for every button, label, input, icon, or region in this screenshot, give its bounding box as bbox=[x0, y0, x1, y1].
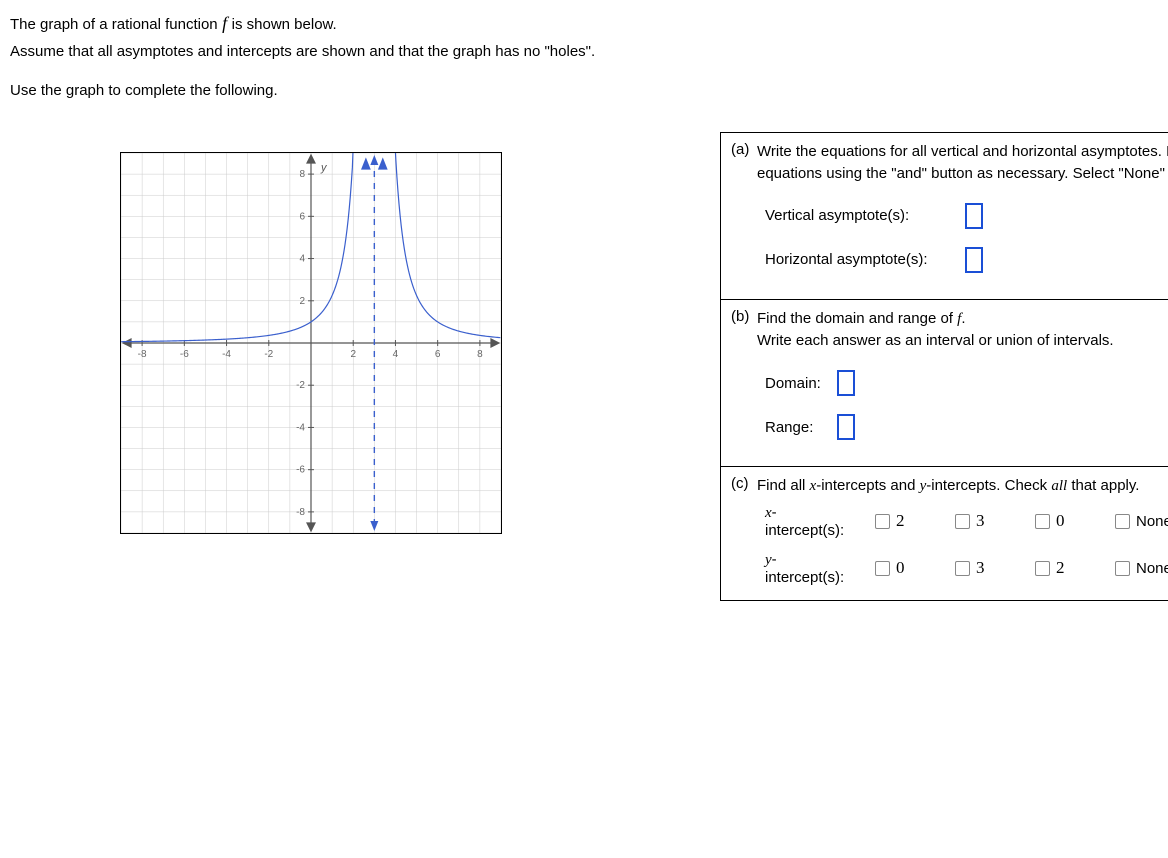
range-label: Range: bbox=[765, 419, 837, 436]
xint-option-0[interactable]: 2 bbox=[875, 511, 955, 531]
part-c-text: Find all x-intercepts and y-intercepts. … bbox=[757, 475, 1168, 498]
prompt-fn-f: f bbox=[218, 13, 232, 33]
checkbox-icon[interactable] bbox=[955, 514, 970, 529]
part-a-text: Write the equations for all vertical and… bbox=[757, 141, 1168, 185]
vert-asymptote-label: Vertical asymptote(s): bbox=[765, 207, 965, 224]
graph-column: -8 -6 -4 -2 2 4 6 8 -8 -6 -4 -2 2 4 6 8 y bbox=[10, 132, 700, 601]
checkbox-icon[interactable] bbox=[875, 514, 890, 529]
svg-text:2: 2 bbox=[299, 296, 305, 307]
part-a-letter: (a) bbox=[731, 141, 757, 158]
answer-box: (a) Write the equations for all vertical… bbox=[720, 132, 1168, 601]
svg-text:-8: -8 bbox=[138, 349, 147, 360]
domain-label: Domain: bbox=[765, 375, 837, 392]
range-input[interactable] bbox=[837, 414, 855, 440]
checkbox-icon[interactable] bbox=[1035, 514, 1050, 529]
checkbox-icon[interactable] bbox=[1115, 561, 1130, 576]
part-a: (a) Write the equations for all vertical… bbox=[721, 133, 1168, 300]
part-c-letter: (c) bbox=[731, 475, 757, 492]
svg-text:-8: -8 bbox=[296, 507, 305, 518]
svg-text:4: 4 bbox=[393, 349, 399, 360]
svg-text:-4: -4 bbox=[296, 422, 305, 433]
part-c: (c) Find all x-intercepts and y-intercep… bbox=[721, 467, 1168, 600]
svg-text:-2: -2 bbox=[264, 349, 273, 360]
prompt-line2: Assume that all asymptotes and intercept… bbox=[10, 41, 1158, 64]
xint-option-3[interactable]: None bbox=[1115, 513, 1168, 530]
svg-text:4: 4 bbox=[299, 254, 305, 265]
yint-option-2[interactable]: 2 bbox=[1035, 558, 1115, 578]
domain-input[interactable] bbox=[837, 370, 855, 396]
svg-text:-6: -6 bbox=[296, 465, 305, 476]
svg-text:-2: -2 bbox=[296, 380, 305, 391]
yint-option-1[interactable]: 3 bbox=[955, 558, 1035, 578]
part-b: (b) Find the domain and range of f. Writ… bbox=[721, 300, 1168, 468]
svg-text:6: 6 bbox=[435, 349, 441, 360]
svg-text:6: 6 bbox=[299, 211, 305, 222]
part-b-letter: (b) bbox=[731, 308, 757, 325]
xint-option-1[interactable]: 3 bbox=[955, 511, 1035, 531]
prompt-line1-pre: The graph of a rational function bbox=[10, 16, 218, 33]
prompt-line3: Use the graph to complete the following. bbox=[10, 80, 1158, 103]
svg-text:8: 8 bbox=[299, 169, 305, 180]
horiz-asymptote-label: Horizontal asymptote(s): bbox=[765, 251, 965, 268]
prompt-line1-post: is shown below. bbox=[232, 16, 337, 33]
checkbox-icon[interactable] bbox=[1035, 561, 1050, 576]
function-graph: -8 -6 -4 -2 2 4 6 8 -8 -6 -4 -2 2 4 6 8 y bbox=[121, 153, 501, 533]
vert-asymptote-input[interactable] bbox=[965, 203, 983, 229]
y-intercept-label: y- intercept(s): bbox=[765, 551, 875, 586]
checkbox-icon[interactable] bbox=[875, 561, 890, 576]
xint-option-2[interactable]: 0 bbox=[1035, 511, 1115, 531]
checkbox-icon[interactable] bbox=[1115, 514, 1130, 529]
svg-text:-4: -4 bbox=[222, 349, 231, 360]
x-intercept-row: x- intercept(s): 2 3 0 None bbox=[731, 498, 1168, 545]
svg-text:-6: -6 bbox=[180, 349, 189, 360]
graph-frame: -8 -6 -4 -2 2 4 6 8 -8 -6 -4 -2 2 4 6 8 y bbox=[120, 152, 502, 534]
prompt-text: The graph of a rational function f is sh… bbox=[10, 10, 1158, 102]
part-b-text: Find the domain and range of f. Write ea… bbox=[757, 308, 1168, 353]
yint-option-3[interactable]: None bbox=[1115, 560, 1168, 577]
svg-text:y: y bbox=[320, 162, 328, 174]
checkbox-icon[interactable] bbox=[955, 561, 970, 576]
svg-text:8: 8 bbox=[477, 349, 483, 360]
x-intercept-label: x- intercept(s): bbox=[765, 504, 875, 539]
svg-text:2: 2 bbox=[350, 349, 356, 360]
horiz-asymptote-input[interactable] bbox=[965, 247, 983, 273]
y-intercept-row: y- intercept(s): 0 3 2 None bbox=[731, 545, 1168, 592]
yint-option-0[interactable]: 0 bbox=[875, 558, 955, 578]
